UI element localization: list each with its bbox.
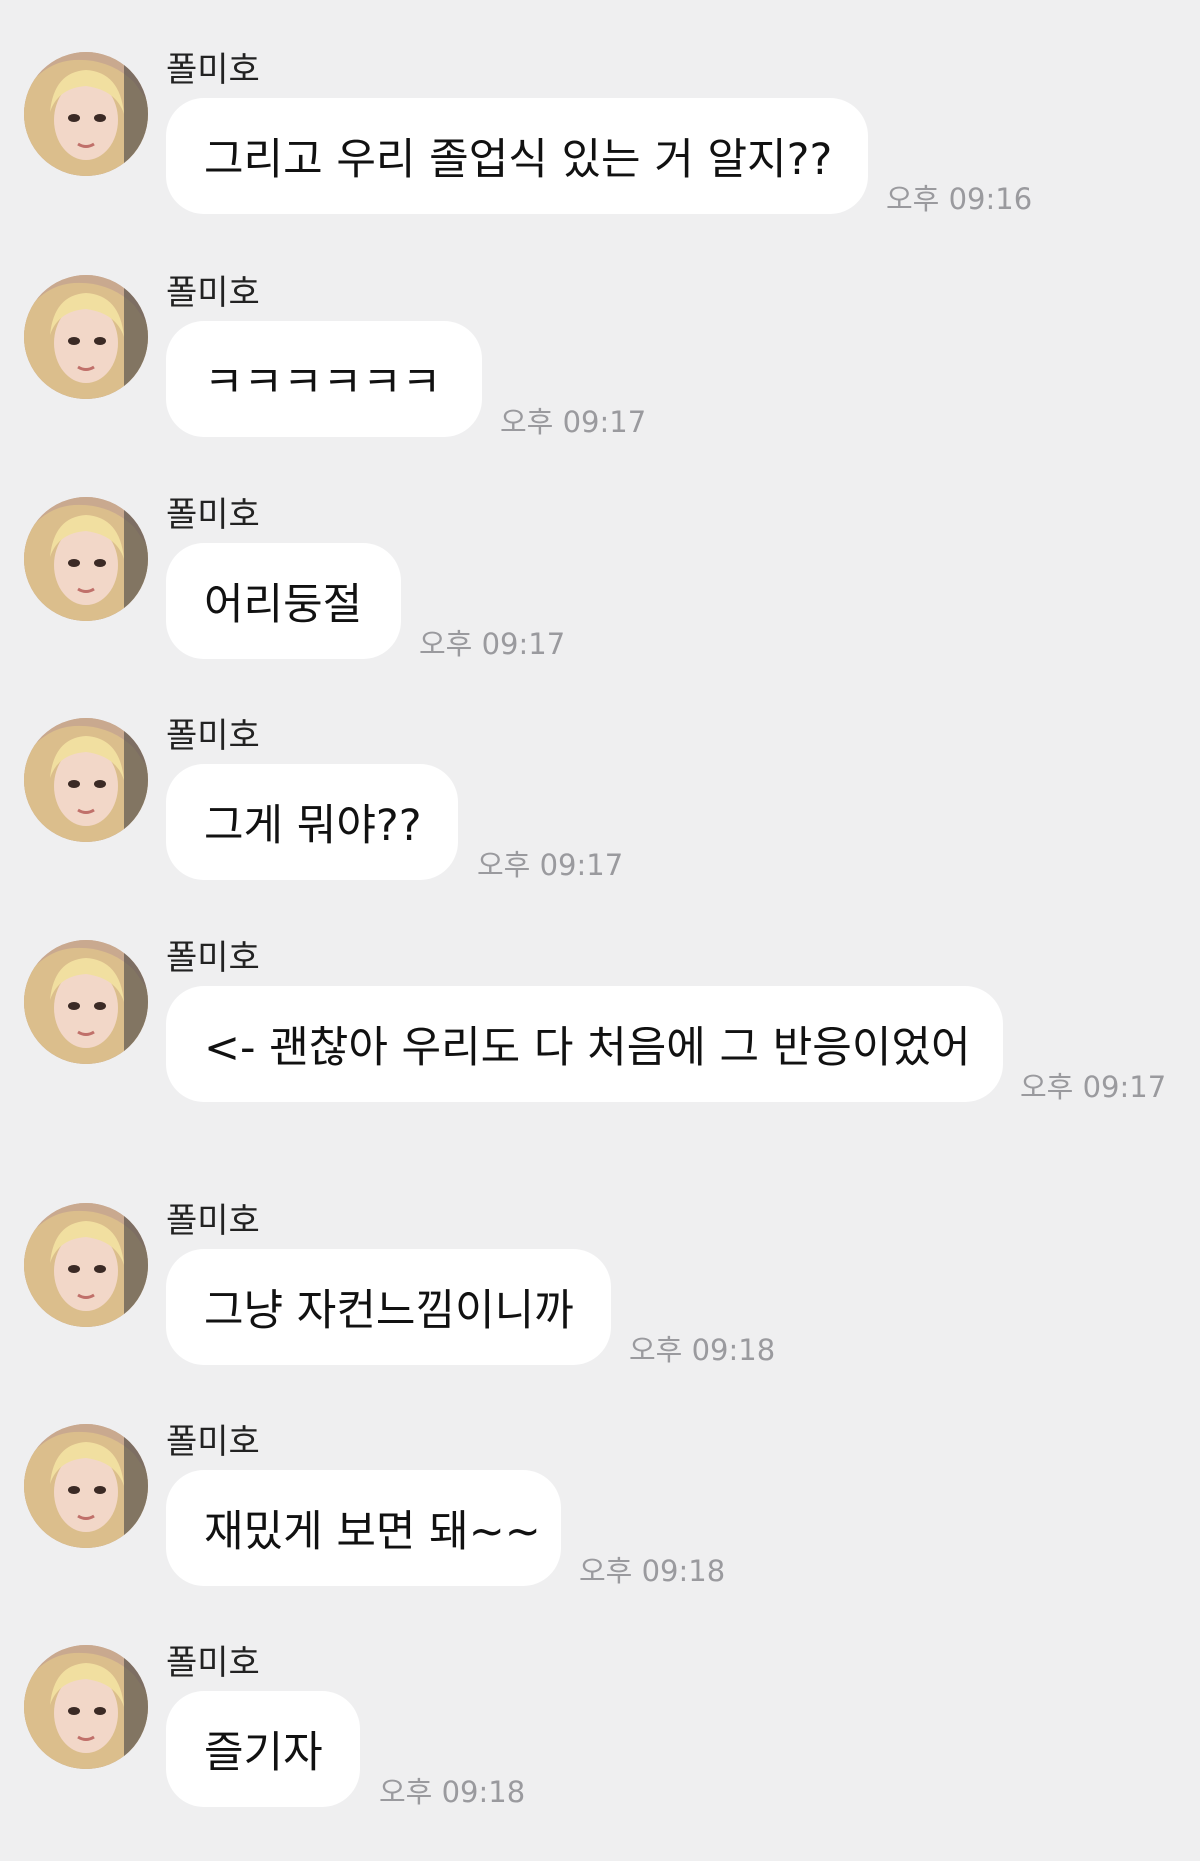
message-time: 오후 09:18 bbox=[379, 1775, 526, 1809]
message-time: 오후 09:17 bbox=[1020, 1070, 1167, 1104]
message-bubble[interactable]: 재밌게 보면 돼~~ bbox=[166, 1470, 561, 1586]
avatar-image bbox=[24, 940, 148, 1064]
sender-name: 폴미호 bbox=[166, 1643, 260, 1683]
message-row: 폴미호 재밌게 보면 돼~~ 오후 09:18 bbox=[0, 1422, 1200, 1624]
message-bubble[interactable]: 그냥 자컨느낌이니까 bbox=[166, 1249, 611, 1365]
message-time: 오후 09:17 bbox=[500, 405, 647, 439]
avatar-image bbox=[24, 1645, 148, 1769]
sender-name: 폴미호 bbox=[166, 716, 260, 756]
message-row: 폴미호 그냥 자컨느낌이니까 오후 09:18 bbox=[0, 1201, 1200, 1403]
message-bubble[interactable]: 즐기자 bbox=[166, 1691, 360, 1807]
message-bubble[interactable]: 그리고 우리 졸업식 있는 거 알지?? bbox=[166, 98, 868, 214]
avatar[interactable] bbox=[24, 940, 148, 1064]
avatar[interactable] bbox=[24, 1645, 148, 1769]
avatar[interactable] bbox=[24, 275, 148, 399]
sender-name: 폴미호 bbox=[166, 273, 260, 313]
message-row: 폴미호 ㅋㅋㅋㅋㅋㅋ 오후 09:17 bbox=[0, 273, 1200, 475]
sender-name: 폴미호 bbox=[166, 1422, 260, 1462]
message-row: 폴미호 어리둥절 오후 09:17 bbox=[0, 495, 1200, 697]
message-row: 폴미호 그리고 우리 졸업식 있는 거 알지?? 오후 09:16 bbox=[0, 50, 1200, 252]
message-row: 폴미호 그게 뭐야?? 오후 09:17 bbox=[0, 716, 1200, 918]
message-time: 오후 09:18 bbox=[629, 1333, 776, 1367]
avatar[interactable] bbox=[24, 52, 148, 176]
message-bubble[interactable]: ㅋㅋㅋㅋㅋㅋ bbox=[166, 321, 482, 437]
avatar-image bbox=[24, 1203, 148, 1327]
sender-name: 폴미호 bbox=[166, 938, 260, 978]
avatar-image bbox=[24, 497, 148, 621]
avatar[interactable] bbox=[24, 1424, 148, 1548]
message-bubble[interactable]: <- 괜찮아 우리도 다 처음에 그 반응이었어 bbox=[166, 986, 1003, 1102]
message-time: 오후 09:18 bbox=[579, 1554, 726, 1588]
sender-name: 폴미호 bbox=[166, 495, 260, 535]
sender-name: 폴미호 bbox=[166, 50, 260, 90]
message-time: 오후 09:17 bbox=[477, 848, 624, 882]
avatar[interactable] bbox=[24, 1203, 148, 1327]
sender-name: 폴미호 bbox=[166, 1201, 260, 1241]
avatar[interactable] bbox=[24, 718, 148, 842]
avatar-image bbox=[24, 275, 148, 399]
message-time: 오후 09:17 bbox=[419, 627, 566, 661]
avatar-image bbox=[24, 1424, 148, 1548]
message-bubble[interactable]: 그게 뭐야?? bbox=[166, 764, 458, 880]
message-bubble[interactable]: 어리둥절 bbox=[166, 543, 401, 659]
message-row: 폴미호 <- 괜찮아 우리도 다 처음에 그 반응이었어 오후 09:17 bbox=[0, 938, 1200, 1140]
message-time: 오후 09:16 bbox=[886, 182, 1033, 216]
avatar[interactable] bbox=[24, 497, 148, 621]
avatar-image bbox=[24, 718, 148, 842]
avatar-image bbox=[24, 52, 148, 176]
message-row: 폴미호 즐기자 오후 09:18 bbox=[0, 1643, 1200, 1845]
